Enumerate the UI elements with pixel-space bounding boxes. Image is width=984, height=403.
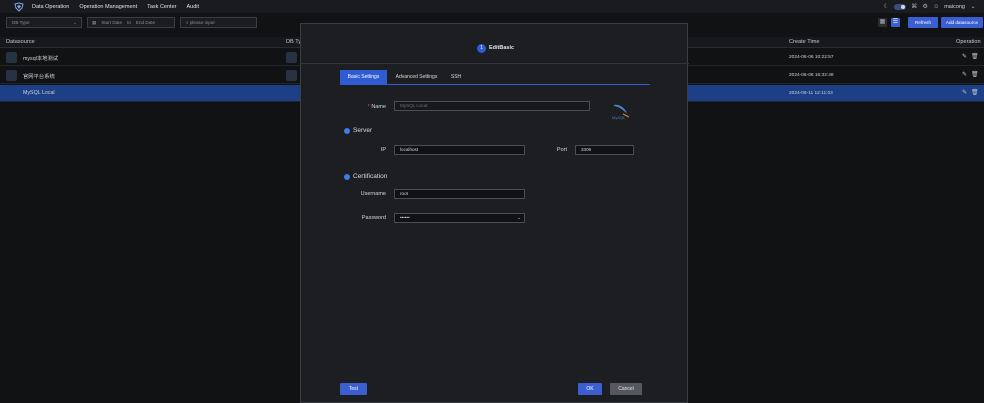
search-placeholder: please input (189, 20, 215, 25)
add-datasource-button[interactable]: Add datasource (941, 17, 983, 28)
menu-audit[interactable]: Audit (186, 4, 199, 10)
password-input[interactable]: •••••• ⌄ (394, 213, 525, 223)
required-mark: * (367, 104, 370, 110)
col-datasource: Datasource (6, 39, 35, 45)
eye-icon[interactable]: ⌄ (517, 214, 521, 222)
menu-task-center[interactable]: Task Center (147, 4, 176, 10)
delete-icon[interactable]: 🗑 (971, 53, 979, 60)
certification-section-title: Certification (344, 173, 387, 180)
date-range-picker[interactable]: ▦ Start Date to End Date (87, 17, 175, 28)
calendar-icon: ▦ (92, 20, 97, 25)
start-date-input[interactable]: Start Date (101, 18, 122, 27)
password-label: Password (361, 215, 386, 221)
db-type-select[interactable]: DB Type ⌄ (6, 17, 82, 28)
datasource-avatar-icon (6, 52, 17, 63)
search-icon: ⌕ (186, 20, 189, 25)
section-dot-icon (344, 127, 350, 134)
ok-button[interactable]: OK (578, 383, 602, 395)
server-section-label: Server (353, 127, 373, 134)
datasource-avatar-icon (6, 88, 17, 99)
col-create-time: Create Time (789, 39, 820, 45)
modal-header: 1 EditBasic (301, 24, 689, 64)
refresh-button[interactable]: Refresh (908, 17, 938, 28)
port-label: Port (556, 147, 567, 153)
certification-section-label: Certification (353, 173, 388, 180)
mysql-logo-icon: MySQL (612, 104, 630, 120)
user-icon: ☺ (933, 3, 940, 10)
date-separator: to (127, 20, 131, 25)
datasource-name: MySQL Local (23, 90, 55, 96)
search-input[interactable]: ⌕ please input (180, 17, 257, 28)
top-nav-bar: Data Operation Operation Management Task… (0, 0, 984, 13)
name-label-text: Name (371, 104, 386, 110)
server-section-title: Server (344, 127, 372, 134)
col-operation: Operation (956, 39, 981, 45)
db-type-placeholder: DB Type (12, 20, 30, 25)
db-type-icon (286, 52, 297, 63)
edit-icon[interactable]: ✎ (962, 53, 967, 60)
username-label: Username (360, 191, 386, 197)
menu-data-operation[interactable]: Data Operation (32, 4, 69, 10)
delete-icon[interactable]: 🗑 (971, 71, 979, 78)
username[interactable]: maicong (944, 4, 965, 10)
theme-toggle[interactable] (894, 3, 907, 10)
cancel-button[interactable]: Cancel (610, 383, 642, 395)
list-view-icon[interactable]: ☰ (891, 18, 900, 27)
menu-operation-management[interactable]: Operation Management (79, 4, 137, 10)
datasource-name: mysql本地测试 (23, 56, 59, 62)
name-input[interactable]: MySQL Local (394, 101, 590, 111)
section-dot-icon (344, 173, 350, 180)
password-value: •••••• (400, 215, 410, 220)
end-date-input[interactable]: End Date (136, 18, 155, 27)
name-label: * Name (341, 104, 386, 110)
step-number: 1 (477, 44, 486, 53)
datasource-avatar-icon (6, 70, 17, 81)
step-label: EditBasic (489, 45, 515, 51)
create-time: 2024-06-06 16:32:48 (789, 73, 834, 78)
edit-icon[interactable]: ✎ (962, 89, 967, 96)
settings-icon[interactable]: ⚙ (922, 4, 928, 10)
create-time: 2024-06-11 12:11:03 (789, 91, 833, 96)
col-db-type: DB Ty (286, 39, 302, 45)
ip-label: IP (380, 147, 386, 153)
edit-datasource-modal: 1 EditBasic Basic Settings Advanced Sett… (300, 23, 689, 403)
settings-tabs: Basic Settings Advanced Settings SSH (340, 70, 650, 85)
chevron-down-icon: ⌄ (73, 20, 77, 25)
db-type-icon (286, 70, 297, 81)
username-input[interactable]: root (394, 189, 525, 199)
chevron-down-icon[interactable]: ⌄ (970, 4, 976, 10)
moon-icon[interactable]: ☾ (883, 4, 889, 10)
db-type-icon (286, 88, 297, 99)
ip-input[interactable]: localhost (394, 145, 525, 155)
tab-ssh[interactable]: SSH (446, 70, 466, 85)
svg-text:MySQL: MySQL (612, 115, 626, 120)
tab-advanced-settings[interactable]: Advanced Settings (389, 70, 444, 85)
create-time: 2024-06-06 10:22:57 (789, 55, 834, 60)
datasource-name: 官网平台系统 (23, 74, 55, 80)
grid-view-icon[interactable]: ▦ (878, 18, 887, 27)
app-logo-icon[interactable] (14, 1, 24, 12)
tab-basic-settings[interactable]: Basic Settings (340, 70, 387, 85)
port-input[interactable]: 3306 (575, 145, 634, 155)
delete-icon[interactable]: 🗑 (971, 89, 979, 96)
test-button[interactable]: Test (340, 383, 367, 395)
top-right-tools: ☾ ⌘ ⚙ ☺ maicong ⌄ (883, 0, 976, 13)
translate-icon[interactable]: ⌘ (911, 4, 917, 10)
edit-icon[interactable]: ✎ (962, 71, 967, 78)
